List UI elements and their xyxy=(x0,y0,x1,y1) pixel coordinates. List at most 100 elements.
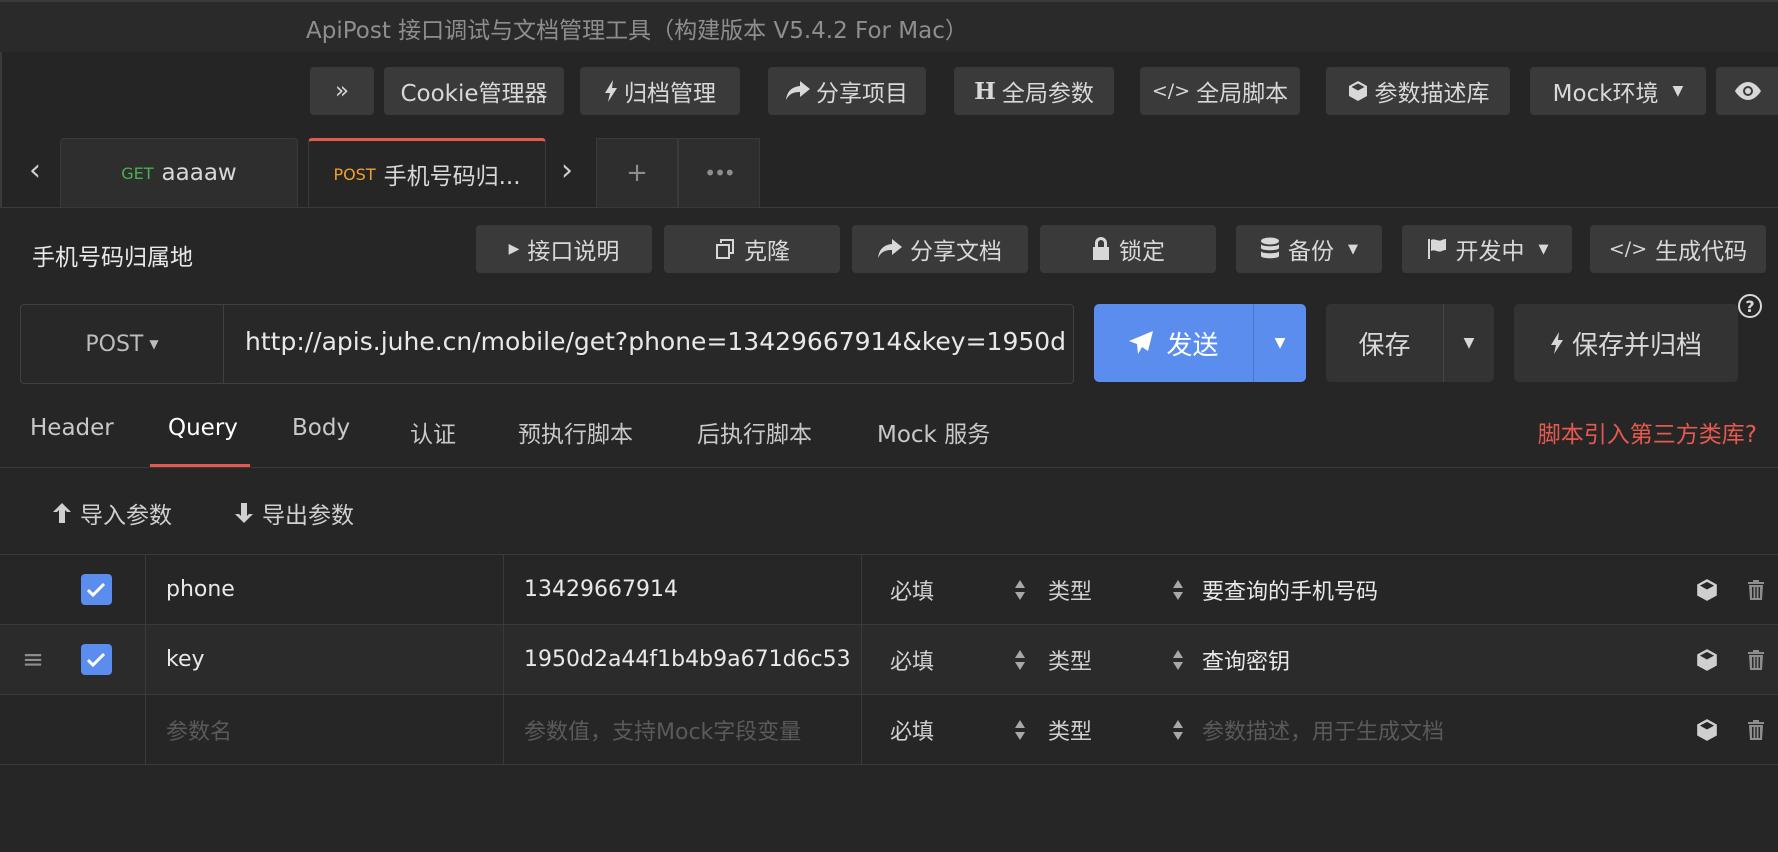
param-desc-button[interactable]: 参数描述库 xyxy=(1326,67,1510,115)
mock-env-label: Mock环境 xyxy=(1552,81,1659,107)
tab-get-aaaaw[interactable]: GET aaaaw xyxy=(60,138,298,207)
tab-mock-service[interactable]: Mock 服务 xyxy=(877,415,990,449)
save-dropdown-button[interactable]: ▼ xyxy=(1444,304,1494,382)
archive-manager-label: 归档管理 xyxy=(624,81,716,107)
eye-icon xyxy=(1735,82,1761,100)
archive-manager-button[interactable]: 归档管理 xyxy=(580,67,740,115)
share-icon xyxy=(786,81,810,100)
param-required-select[interactable]: 必填 xyxy=(861,695,1031,764)
caret-down-icon: ▼ xyxy=(1538,241,1549,257)
import-params-label: 导入参数 xyxy=(80,503,172,529)
share-doc-button[interactable]: 分享文档 xyxy=(852,225,1028,273)
gen-code-button[interactable]: </> 生成代码 xyxy=(1590,225,1766,273)
trash-icon[interactable] xyxy=(1743,555,1769,624)
param-type-select[interactable]: 类型 xyxy=(1048,695,1178,764)
drag-handle-icon[interactable]: ≡ xyxy=(20,625,46,694)
more-icon: ••• xyxy=(704,161,735,185)
param-name-input[interactable]: phone xyxy=(145,555,503,624)
param-required-select[interactable]: 必填 xyxy=(861,555,1031,624)
trash-icon[interactable] xyxy=(1743,625,1769,694)
backup-select[interactable]: 备份 ▼ xyxy=(1236,225,1382,273)
param-value-input[interactable]: 13429667914 xyxy=(503,555,861,624)
row-checkbox[interactable] xyxy=(80,625,112,694)
copy-icon xyxy=(716,239,734,259)
status-select[interactable]: 开发中 ▼ xyxy=(1402,225,1572,273)
sort-select-icon xyxy=(1010,695,1030,764)
global-script-button[interactable]: </> 全局脚本 xyxy=(1140,67,1300,115)
trash-icon[interactable] xyxy=(1743,695,1769,764)
api-name: 手机号码归属地 xyxy=(32,245,193,271)
arrow-up-icon xyxy=(53,503,71,523)
param-desc-input[interactable]: 要查询的手机号码 xyxy=(1202,555,1662,624)
url-input[interactable]: http://apis.juhe.cn/mobile/get?phone=134… xyxy=(245,327,1065,356)
table-row-new: 参数名 参数值，支持Mock字段变量 必填 类型 参数描述，用于生成文档 xyxy=(0,695,1778,765)
param-type-select[interactable]: 类型 xyxy=(1048,555,1178,624)
table-row: ≡ key 1950d2a44f1b4b9a671d6c53 必填 类型 查询密… xyxy=(0,625,1778,695)
api-doc-button[interactable]: ▶ 接口说明 xyxy=(476,225,652,273)
tab-auth[interactable]: 认证 xyxy=(410,415,456,449)
save-archive-label: 保存并归档 xyxy=(1571,330,1702,361)
row-checkbox[interactable] xyxy=(80,555,112,624)
method-label: POST xyxy=(85,331,144,357)
param-required-select[interactable]: 必填 xyxy=(861,625,1031,694)
lock-label: 锁定 xyxy=(1119,239,1165,265)
lock-button[interactable]: 锁定 xyxy=(1040,225,1216,273)
collapse-button[interactable]: » xyxy=(310,67,374,115)
param-type-select[interactable]: 类型 xyxy=(1048,625,1178,694)
tab-body[interactable]: Body xyxy=(292,415,350,441)
send-button-group: 发送 ▼ xyxy=(1094,304,1306,382)
param-name-placeholder[interactable]: 参数名 xyxy=(145,695,503,764)
flag-icon xyxy=(1427,239,1446,259)
sort-select-icon xyxy=(1010,555,1030,624)
tab-query[interactable]: Query xyxy=(168,415,238,441)
param-desc-input[interactable]: 查询密钥 xyxy=(1202,625,1662,694)
active-tab-indicator xyxy=(150,464,250,467)
preview-button[interactable] xyxy=(1716,67,1778,115)
send-button[interactable]: 发送 xyxy=(1094,304,1254,382)
caret-down-icon: ▼ xyxy=(1463,335,1475,351)
mock-env-select[interactable]: Mock环境 ▼ xyxy=(1530,67,1706,115)
sort-select-icon xyxy=(1168,555,1188,624)
param-io-row: 导入参数 导出参数 xyxy=(0,468,1778,554)
cube-icon[interactable] xyxy=(1694,625,1720,694)
export-params-label: 导出参数 xyxy=(262,503,354,529)
help-icon[interactable]: ? xyxy=(1738,294,1762,318)
param-name-input[interactable]: key xyxy=(145,625,503,694)
clone-button[interactable]: 克隆 xyxy=(664,225,840,273)
top-toolbar: » Cookie管理器 归档管理 分享项目 H 全局参数 </> 全局脚本 参数… xyxy=(0,52,1778,136)
tab-post-script[interactable]: 后执行脚本 xyxy=(697,415,812,449)
cookie-manager-label: Cookie管理器 xyxy=(400,81,548,107)
import-params-button[interactable]: 导入参数 xyxy=(52,496,172,530)
collapse-label: » xyxy=(334,78,350,104)
query-params-table: phone 13429667914 必填 类型 要查询的手机号码 ≡ key 1… xyxy=(0,554,1778,765)
param-desc-placeholder[interactable]: 参数描述，用于生成文档 xyxy=(1202,695,1662,764)
method-select[interactable]: POST ▼ xyxy=(21,305,224,383)
third-party-library-link[interactable]: 脚本引入第三方类库? xyxy=(1538,415,1757,449)
global-params-button[interactable]: H 全局参数 xyxy=(954,67,1114,115)
tabs-next-arrow-icon[interactable]: › xyxy=(552,150,582,190)
param-value-placeholder[interactable]: 参数值，支持Mock字段变量 xyxy=(503,695,861,764)
request-subtabs: Header Query Body 认证 预执行脚本 后执行脚本 Mock 服务… xyxy=(0,400,1778,468)
caret-down-icon: ▼ xyxy=(1672,83,1684,99)
more-tabs-button[interactable]: ••• xyxy=(678,138,760,207)
share-project-button[interactable]: 分享项目 xyxy=(768,67,926,115)
tab-name: 手机号码归... xyxy=(383,164,521,190)
save-button[interactable]: 保存 xyxy=(1326,304,1444,382)
tab-header[interactable]: Header xyxy=(30,415,114,441)
tab-pre-script[interactable]: 预执行脚本 xyxy=(518,415,633,449)
cube-icon[interactable] xyxy=(1694,695,1720,764)
cookie-manager-button[interactable]: Cookie管理器 xyxy=(384,67,564,115)
export-params-button[interactable]: 导出参数 xyxy=(234,496,354,530)
save-button-group: 保存 ▼ xyxy=(1326,304,1494,382)
cube-icon[interactable] xyxy=(1694,555,1720,624)
tab-post-phone[interactable]: POST 手机号码归... xyxy=(308,138,546,207)
gen-code-label: 生成代码 xyxy=(1655,239,1748,265)
send-dropdown-button[interactable]: ▼ xyxy=(1254,304,1306,382)
save-label: 保存 xyxy=(1358,330,1411,361)
save-and-archive-button[interactable]: 保存并归档 xyxy=(1514,304,1738,382)
lock-icon xyxy=(1093,237,1109,260)
param-value-input[interactable]: 1950d2a44f1b4b9a671d6c53 xyxy=(503,625,861,694)
add-tab-button[interactable]: + xyxy=(596,138,678,207)
plus-icon: + xyxy=(626,158,648,188)
tabs-prev-arrow-icon[interactable]: ‹ xyxy=(20,150,50,190)
